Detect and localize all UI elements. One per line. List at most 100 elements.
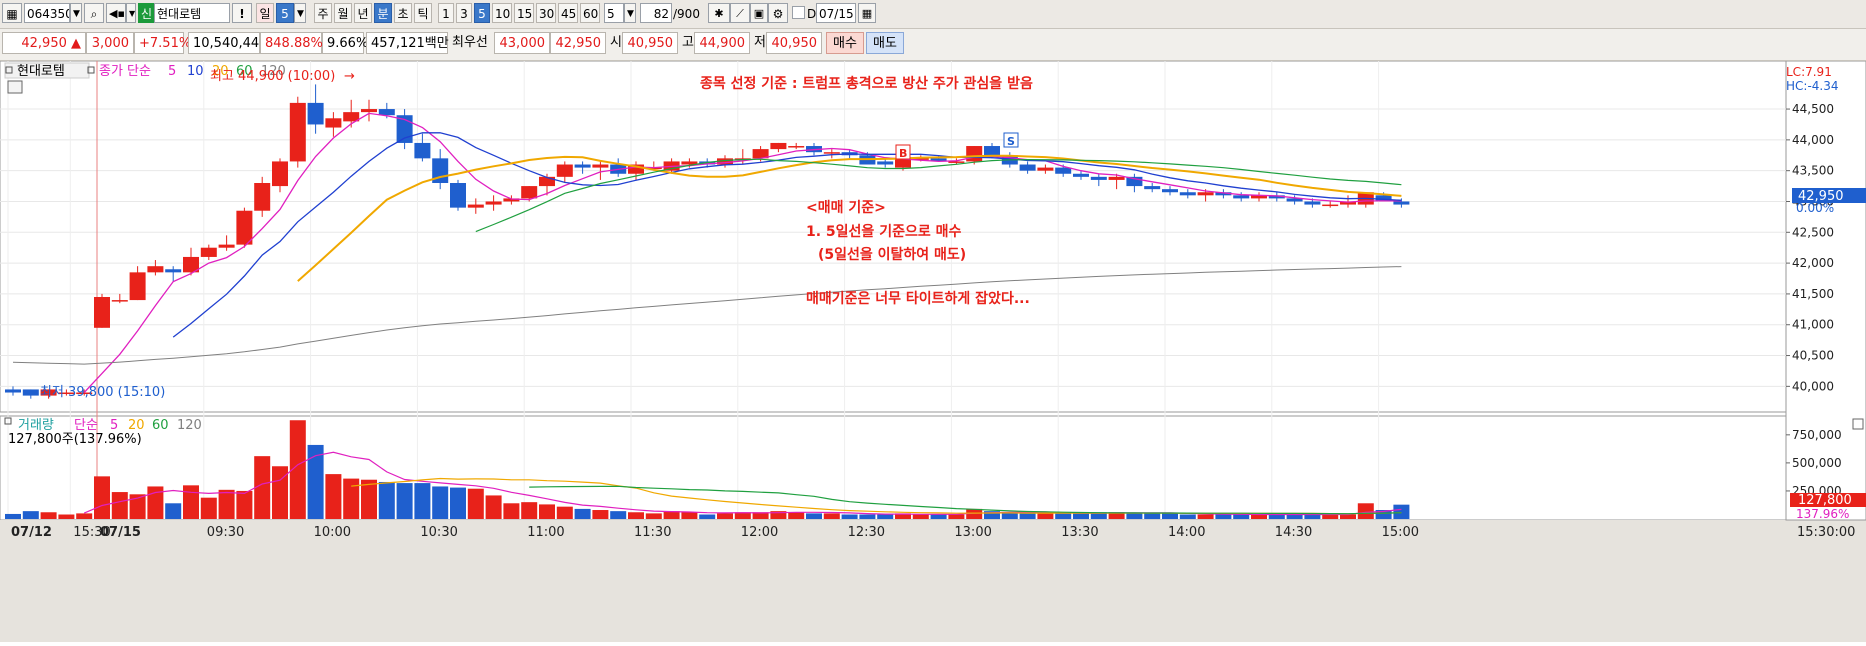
high-label: 고 — [682, 35, 694, 50]
indicator-icon[interactable]: ✱ — [708, 3, 730, 23]
time-tick-label: 13:00 — [954, 525, 991, 540]
volume-bar — [396, 483, 413, 519]
volume-bar — [165, 503, 182, 519]
tab-second[interactable]: 초 — [394, 3, 412, 23]
period-day-button[interactable]: 일 — [256, 3, 274, 23]
open-label: 시 — [610, 35, 622, 50]
volume-bar — [930, 514, 947, 519]
volume-bar — [681, 512, 698, 519]
current-price: 42,950 ▲ — [2, 32, 86, 54]
candle-down — [984, 146, 1000, 156]
volume-value: 10,540,448 — [188, 32, 267, 54]
candle-down — [1055, 167, 1072, 174]
volume-bar — [183, 485, 199, 519]
date-checkbox-label: D — [807, 7, 817, 21]
alert-button[interactable]: ! — [232, 3, 252, 23]
volume-bar — [1179, 514, 1196, 519]
chart-area: 44,50044,00043,50043,00042,50042,00041,5… — [0, 60, 1866, 642]
sell-button[interactable]: 매도 — [866, 32, 904, 54]
candle-down — [1090, 176, 1107, 180]
legend-ma10: 10 — [187, 64, 204, 79]
save-icon[interactable]: ▣ — [750, 3, 768, 23]
volume-bar — [645, 513, 662, 519]
speaker-dropdown-icon[interactable]: ▼ — [126, 3, 136, 23]
stock-name-field[interactable]: 현대로템 — [154, 3, 230, 23]
hc-label: HC:-4.34 — [1786, 79, 1839, 93]
candle-up — [361, 109, 377, 113]
settings-icon[interactable]: ⚙ — [768, 3, 788, 23]
bar-count-total: /900 — [673, 7, 700, 21]
price-tick-label: 41,500 — [1792, 287, 1834, 301]
candle-up — [236, 210, 253, 245]
volume-bar — [432, 486, 449, 519]
candle-up — [254, 183, 271, 211]
volume-bar — [272, 466, 288, 519]
buy-button[interactable]: 매수 — [826, 32, 864, 54]
candle-up — [823, 152, 840, 154]
minute-30-button[interactable]: 30 — [536, 3, 556, 23]
best-quote-label: 최우선 — [452, 35, 488, 50]
layout-icon[interactable]: ▦ — [2, 3, 22, 23]
candle-up — [272, 161, 288, 187]
candle-up — [770, 142, 787, 150]
period-dropdown-icon[interactable]: ▼ — [294, 3, 306, 23]
time-tick-label: 09:30 — [207, 525, 244, 540]
volume-bar — [1197, 514, 1214, 519]
minute-10-button[interactable]: 10 — [492, 3, 512, 23]
trading-rule-2: (5일선을 이탈하여 매도) — [818, 246, 966, 263]
volume-bar — [1393, 504, 1410, 519]
stock-code-input[interactable]: 064350 — [24, 3, 70, 23]
tab-minute[interactable]: 분 — [374, 3, 392, 23]
volume-bar — [361, 479, 377, 519]
minute-1-button[interactable]: 1 — [438, 3, 454, 23]
candle-up — [1037, 167, 1054, 171]
minute-15-button[interactable]: 15 — [514, 3, 534, 23]
volume-bar — [94, 476, 110, 519]
volume-bar — [485, 495, 502, 519]
minute-input[interactable]: 5 — [604, 3, 624, 23]
high-annotation: 최고 44,900 (10:00) — [210, 69, 335, 84]
date-checkbox[interactable] — [792, 6, 805, 19]
period-num-field[interactable]: 5 — [276, 3, 294, 23]
price-change: 3,000 — [86, 32, 134, 54]
minute-60-button[interactable]: 60 — [580, 3, 600, 23]
tab-tick[interactable]: 틱 — [414, 3, 432, 23]
draw-tool-icon[interactable]: ⟋ — [730, 3, 750, 23]
calendar-icon[interactable]: ▦ — [858, 3, 876, 23]
candle-up — [467, 204, 484, 208]
time-tick-label: 14:30 — [1275, 525, 1312, 540]
best-bid: 42,950 — [550, 32, 606, 54]
volume-panel-close-icon[interactable] — [1852, 418, 1864, 430]
candle-up — [592, 164, 609, 168]
tab-month[interactable]: 월 — [334, 3, 352, 23]
time-tick-label: 11:00 — [527, 525, 564, 540]
bar-count-input[interactable]: 82 — [640, 3, 672, 23]
candle-down — [5, 389, 21, 393]
grid-toggle-icon[interactable] — [7, 80, 23, 94]
candle-down — [307, 102, 324, 125]
volume-legend-ma20: 20 — [128, 418, 145, 433]
minute-45-button[interactable]: 45 — [558, 3, 578, 23]
volume-bar — [200, 497, 217, 519]
minute-3-button[interactable]: 3 — [456, 3, 472, 23]
date-input[interactable]: 07/15 — [816, 3, 856, 23]
tab-week[interactable]: 주 — [314, 3, 332, 23]
minute-dropdown-icon[interactable]: ▼ — [624, 3, 636, 23]
time-tick-label: 14:00 — [1168, 525, 1205, 540]
search-icon[interactable]: ⌕ — [84, 3, 104, 23]
review-note: 매매기준은 너무 타이트하게 잡았다... — [806, 290, 1030, 307]
volume-bar — [1055, 513, 1072, 519]
volume-bar — [912, 514, 929, 519]
volume-legend-ma5: 5 — [110, 418, 118, 433]
candle-up — [521, 186, 538, 199]
code-dropdown-icon[interactable]: ▼ — [70, 3, 82, 23]
credit-badge: 신 — [138, 3, 154, 23]
candle-down — [1179, 192, 1196, 196]
volume-bar — [1019, 513, 1036, 519]
speaker-icon[interactable]: ◀▪ — [106, 3, 126, 23]
tab-year[interactable]: 년 — [354, 3, 372, 23]
minute-5-button[interactable]: 5 — [474, 3, 490, 23]
volume-bar — [1144, 513, 1161, 519]
trade-amount: 457,121백만 — [366, 32, 449, 54]
time-tick-label: 12:00 — [741, 525, 778, 540]
